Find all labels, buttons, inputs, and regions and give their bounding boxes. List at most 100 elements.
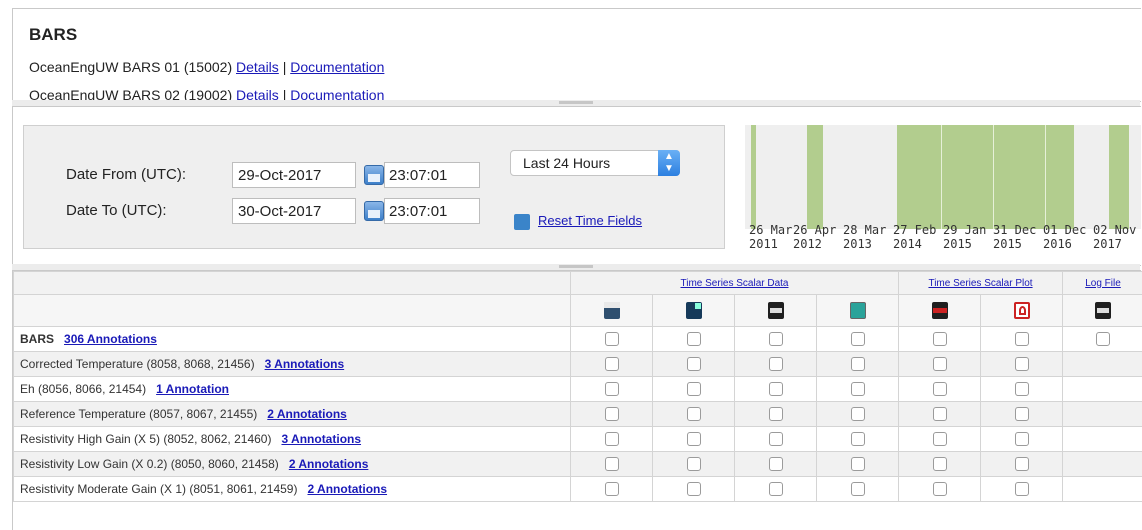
- checkbox[interactable]: [933, 332, 947, 346]
- checkbox[interactable]: [851, 382, 865, 396]
- checkbox[interactable]: [605, 482, 619, 496]
- date-range-box: Date From (UTC): 29-Oct-2017 23:07:01 Da…: [23, 125, 725, 249]
- empty-header-cell: [14, 272, 571, 295]
- checkbox-cell: [899, 327, 981, 352]
- format-cell: [981, 295, 1063, 327]
- checkbox[interactable]: [687, 382, 701, 396]
- checkbox[interactable]: [605, 432, 619, 446]
- png-plot-icon[interactable]: [932, 302, 948, 319]
- checkbox[interactable]: [605, 332, 619, 346]
- reset-icon[interactable]: [514, 214, 530, 230]
- checkbox[interactable]: [769, 457, 783, 471]
- splitter-grip[interactable]: [559, 265, 593, 268]
- checkbox[interactable]: [1015, 457, 1029, 471]
- calendar-icon[interactable]: [364, 165, 384, 185]
- sensor-name: Eh (8056, 8066, 21454): [20, 382, 146, 396]
- checkbox[interactable]: [1015, 332, 1029, 346]
- checkbox[interactable]: [933, 357, 947, 371]
- checkbox[interactable]: [769, 332, 783, 346]
- excel-icon[interactable]: [604, 302, 620, 319]
- empty-cell: [1063, 477, 1142, 502]
- log-file-icon[interactable]: [1095, 302, 1111, 319]
- checkbox[interactable]: [933, 457, 947, 471]
- time-range-value: Last 24 Hours: [523, 155, 610, 171]
- checkbox[interactable]: [605, 357, 619, 371]
- empty-cell: [1063, 427, 1142, 452]
- timeline-divider: [1045, 125, 1046, 229]
- timeline-segment: [1109, 125, 1129, 229]
- checkbox[interactable]: [1015, 407, 1029, 421]
- checkbox[interactable]: [687, 407, 701, 421]
- annotations-link[interactable]: 2 Annotations: [267, 407, 347, 421]
- matlab-icon[interactable]: [686, 302, 702, 319]
- date-to-input[interactable]: 30-Oct-2017: [232, 198, 356, 224]
- checkbox[interactable]: [1015, 382, 1029, 396]
- annotations-link[interactable]: 3 Annotations: [281, 432, 361, 446]
- timeline-tick-label: 01 Dec 2016: [1043, 223, 1086, 251]
- time-series-scalar-data-link[interactable]: Time Series Scalar Data: [681, 278, 789, 289]
- checkbox[interactable]: [687, 332, 701, 346]
- details-link[interactable]: Details: [236, 59, 279, 75]
- sensor-name-cell: Corrected Temperature (8058, 8068, 21456…: [14, 352, 571, 377]
- checkbox[interactable]: [769, 407, 783, 421]
- sensor-name-cell: Resistivity High Gain (X 5) (8052, 8062,…: [14, 427, 571, 452]
- checkbox[interactable]: [851, 407, 865, 421]
- annotations-link[interactable]: 306 Annotations: [64, 332, 157, 346]
- checkbox[interactable]: [933, 482, 947, 496]
- checkbox[interactable]: [851, 332, 865, 346]
- checkbox[interactable]: [1015, 482, 1029, 496]
- annotations-link[interactable]: 3 Annotations: [265, 357, 345, 371]
- date-from-input[interactable]: 29-Oct-2017: [232, 162, 356, 188]
- checkbox[interactable]: [933, 407, 947, 421]
- checkbox[interactable]: [851, 432, 865, 446]
- documentation-link[interactable]: Documentation: [290, 59, 384, 75]
- checkbox[interactable]: [769, 382, 783, 396]
- separator: |: [283, 59, 287, 75]
- checkbox[interactable]: [687, 457, 701, 471]
- date-to-label: Date To (UTC):: [66, 202, 167, 219]
- log-file-header: Log File: [1063, 272, 1142, 295]
- time-series-scalar-plot-link[interactable]: Time Series Scalar Plot: [928, 278, 1032, 289]
- time-range-select[interactable]: Last 24 Hours ▲▼: [510, 150, 680, 176]
- checkbox[interactable]: [687, 432, 701, 446]
- timeline-tick-label: 29 Jan 2015: [943, 223, 986, 251]
- checkbox[interactable]: [605, 407, 619, 421]
- checkbox[interactable]: [769, 482, 783, 496]
- checkbox[interactable]: [1096, 332, 1110, 346]
- sensor-name-cell: Resistivity Low Gain (X 0.2) (8050, 8060…: [14, 452, 571, 477]
- annotations-link[interactable]: 2 Annotations: [307, 482, 387, 496]
- time-controls-panel: Date From (UTC): 29-Oct-2017 23:07:01 Da…: [12, 106, 1141, 266]
- checkbox[interactable]: [605, 457, 619, 471]
- calendar-icon[interactable]: [364, 201, 384, 221]
- timeline-tick-label: 26 Mar 2011: [749, 223, 792, 251]
- annotations-link[interactable]: 2 Annotations: [289, 457, 369, 471]
- log-file-link[interactable]: Log File: [1085, 278, 1121, 289]
- checkbox[interactable]: [1015, 357, 1029, 371]
- splitter-grip[interactable]: [559, 101, 593, 104]
- csv-icon[interactable]: [768, 302, 784, 319]
- sensor-name: Corrected Temperature (8058, 8068, 21456…: [20, 357, 255, 371]
- checkbox-cell: [571, 327, 653, 352]
- checkbox[interactable]: [933, 382, 947, 396]
- checkbox-cell: [653, 327, 735, 352]
- data-availability-timeline[interactable]: [745, 125, 1141, 229]
- checkbox[interactable]: [933, 432, 947, 446]
- checkbox[interactable]: [851, 457, 865, 471]
- time-to-input[interactable]: 23:07:01: [384, 198, 480, 224]
- checkbox[interactable]: [769, 357, 783, 371]
- checkbox[interactable]: [1015, 432, 1029, 446]
- checkbox[interactable]: [851, 482, 865, 496]
- annotations-link[interactable]: 1 Annotation: [156, 382, 229, 396]
- format-cell: [571, 295, 653, 327]
- empty-cell: [1063, 402, 1142, 427]
- kml-icon[interactable]: [850, 302, 866, 319]
- checkbox[interactable]: [687, 357, 701, 371]
- checkbox[interactable]: [851, 357, 865, 371]
- pdf-icon[interactable]: [1014, 302, 1030, 319]
- reset-time-fields-link[interactable]: Reset Time Fields: [538, 213, 642, 228]
- time-from-input[interactable]: 23:07:01: [384, 162, 480, 188]
- checkbox[interactable]: [605, 382, 619, 396]
- checkbox[interactable]: [769, 432, 783, 446]
- device-name: OceanEngUW BARS 01 (15002): [29, 59, 232, 75]
- checkbox[interactable]: [687, 482, 701, 496]
